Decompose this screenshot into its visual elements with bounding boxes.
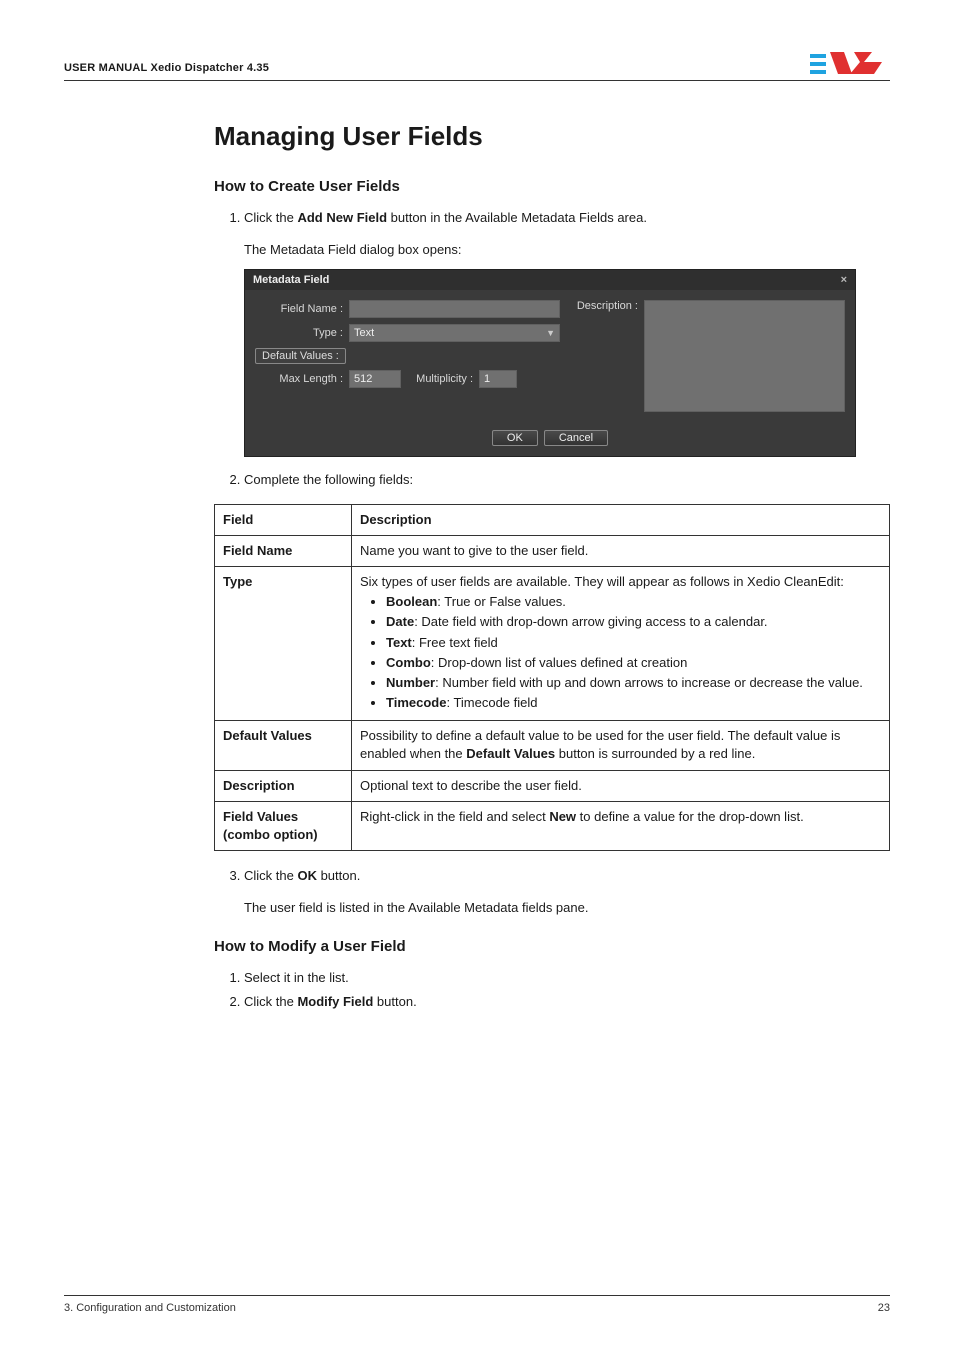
default-values-button[interactable]: Default Values : [255, 348, 346, 364]
label-type: Type : [255, 327, 349, 339]
footer-chapter: 3. Configuration and Customization [64, 1302, 236, 1314]
metadata-field-dialog: Metadata Field × Field Name : Type : Tex… [244, 269, 856, 457]
ok-button[interactable]: OK [492, 430, 538, 446]
input-multiplicity[interactable]: 1 [479, 370, 517, 388]
select-type[interactable]: Text ▼ [349, 324, 560, 342]
textarea-description[interactable] [644, 300, 845, 412]
cancel-button[interactable]: Cancel [544, 430, 608, 446]
page-heading: Managing User Fields [214, 121, 890, 152]
section-modify-heading: How to Modify a User Field [214, 938, 890, 955]
chevron-down-icon: ▼ [546, 328, 555, 338]
row-field-values-label: Field Values (combo option) [215, 801, 352, 850]
row-field-name-desc: Name you want to give to the user field. [352, 535, 890, 566]
create-step-3: Click the OK button. [244, 867, 890, 885]
evs-logo [810, 48, 890, 74]
section-create-heading: How to Create User Fields [214, 178, 890, 195]
row-default-values-desc: Possibility to define a default value to… [352, 721, 890, 770]
create-step-1: Click the Add New Field button in the Av… [244, 209, 890, 227]
row-field-values-desc: Right-click in the field and select New … [352, 801, 890, 850]
label-description: Description : [568, 300, 644, 312]
row-default-values-label: Default Values [215, 721, 352, 770]
fields-table: Field Description Field Name Name you wa… [214, 504, 890, 852]
row-field-name-label: Field Name [215, 535, 352, 566]
label-multiplicity: Multiplicity : [401, 373, 479, 385]
create-step3-sub: The user field is listed in the Availabl… [244, 899, 890, 917]
label-field-name: Field Name : [255, 303, 349, 315]
label-max-length: Max Length : [255, 373, 349, 385]
row-description-desc: Optional text to describe the user field… [352, 770, 890, 801]
input-field-name[interactable] [349, 300, 560, 318]
create-step-2: Complete the following fields: [244, 471, 890, 489]
close-icon[interactable]: × [841, 274, 847, 286]
dialog-title: Metadata Field [253, 274, 329, 286]
modify-step-1: Select it in the list. [244, 969, 890, 987]
manual-title: USER MANUAL Xedio Dispatcher 4.35 [64, 62, 269, 74]
th-description: Description [352, 504, 890, 535]
input-max-length[interactable]: 512 [349, 370, 401, 388]
th-field: Field [215, 504, 352, 535]
footer-page-number: 23 [878, 1302, 890, 1314]
row-description-label: Description [215, 770, 352, 801]
row-type-label: Type [215, 566, 352, 720]
create-step1-sub: The Metadata Field dialog box opens: [244, 241, 890, 259]
row-type-desc: Six types of user fields are available. … [352, 566, 890, 720]
modify-step-2: Click the Modify Field button. [244, 993, 890, 1011]
